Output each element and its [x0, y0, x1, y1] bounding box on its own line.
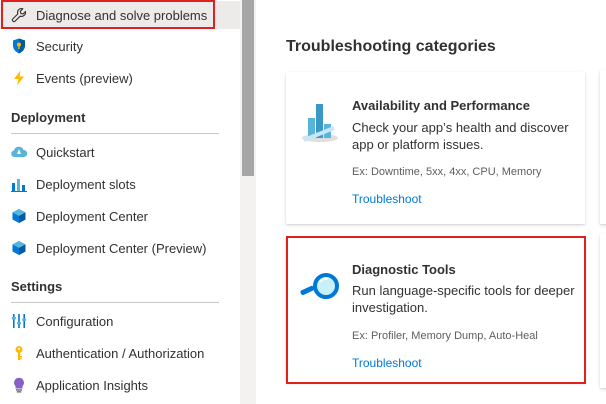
sidebar-item-label: Events (preview): [36, 70, 133, 86]
sidebar-item-label: Authentication / Authorization: [36, 345, 205, 361]
sidebar-item-configuration[interactable]: Configuration: [0, 307, 240, 335]
sidebar-item-deployment-center[interactable]: Deployment Center: [0, 202, 240, 230]
cloud-icon: [10, 143, 28, 161]
card-example: Ex: Downtime, 5xx, 4xx, CPU, Memory: [352, 166, 542, 178]
sliders-icon: [10, 312, 28, 330]
card-partial[interactable]: [600, 70, 606, 224]
shield-icon: [10, 37, 28, 55]
sidebar-item-deployment-center-preview[interactable]: Deployment Center (Preview): [0, 234, 240, 262]
sidebar-item-label: Configuration: [36, 313, 114, 329]
card-partial[interactable]: [600, 234, 606, 388]
section-header-deployment: Deployment: [11, 110, 86, 125]
troubleshoot-link[interactable]: Troubleshoot: [352, 192, 422, 206]
sidebar-item-label: Security: [36, 38, 83, 54]
divider: [11, 302, 219, 303]
sidebar-item-quickstart[interactable]: Quickstart: [0, 138, 240, 166]
highlight-box-diagnostic-tools: [286, 236, 586, 384]
highlight-box-diagnose: [1, 0, 215, 29]
sidebar-item-label: Quickstart: [36, 144, 95, 160]
scrollbar-thumb[interactable]: [242, 0, 254, 176]
sidebar-item-label: Deployment Center: [36, 208, 148, 224]
sidebar-item-deployment-slots[interactable]: Deployment slots: [0, 170, 240, 198]
lightning-icon: [10, 69, 28, 87]
sidebar: Diagnose and solve problems Security Eve…: [0, 0, 240, 404]
key-icon: [10, 344, 28, 362]
cube-icon: [10, 239, 28, 257]
section-header-settings: Settings: [11, 279, 63, 294]
sidebar-item-label: Deployment slots: [36, 176, 136, 192]
sidebar-item-events[interactable]: Events (preview): [0, 64, 240, 92]
lightbulb-icon: [10, 376, 28, 394]
sidebar-item-security[interactable]: Security: [0, 32, 240, 60]
app-root: Diagnose and solve problems Security Eve…: [0, 0, 606, 404]
sidebar-item-label: Application Insights: [36, 377, 149, 393]
page-title: Troubleshooting categories: [286, 38, 496, 55]
sidebar-item-authentication[interactable]: Authentication / Authorization: [0, 339, 240, 367]
deployment-slots-icon: [10, 175, 28, 193]
divider: [11, 133, 219, 134]
sidebar-item-application-insights[interactable]: Application Insights: [0, 371, 240, 399]
sidebar-item-label: Deployment Center (Preview): [36, 240, 207, 256]
card-description: Check your app’s health and discover app…: [352, 120, 569, 152]
card-availability-performance[interactable]: Availability and Performance Check your …: [286, 72, 585, 224]
cube-icon: [10, 207, 28, 225]
bar-chart-icon: [298, 98, 342, 149]
card-title: Availability and Performance: [352, 98, 530, 113]
